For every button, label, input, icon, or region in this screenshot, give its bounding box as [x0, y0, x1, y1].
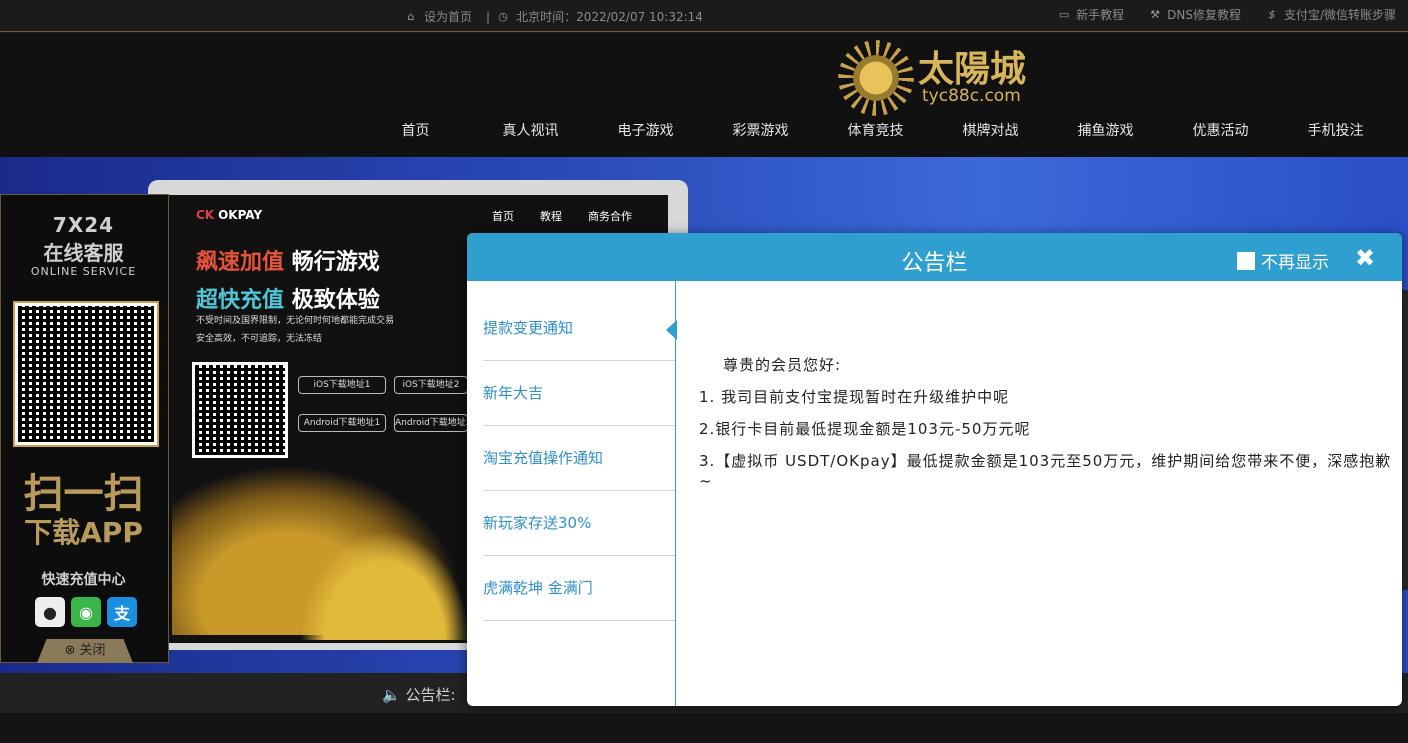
okpay-label: OKPAY — [218, 208, 263, 222]
announcement-line-1: 1. 我司目前支付宝提现暂时在升级维护中呢 — [699, 388, 1010, 406]
online-service-title: 在线客服 — [43, 241, 124, 265]
home-icon: ⌂ — [407, 10, 415, 23]
okpay-brand: CK OKPAY — [196, 208, 262, 222]
banner-headline-1: 飙速加值 畅行游戏 — [196, 244, 380, 276]
notice-label-text: 公告栏: — [405, 686, 456, 704]
book-icon: ▭ — [1058, 8, 1070, 21]
nav-live-casino[interactable]: 真人视讯 — [473, 120, 588, 140]
service-hours: 7X24 — [52, 213, 115, 237]
download-app-label: 下载APP — [24, 516, 143, 549]
close-label: 关闭 — [79, 643, 106, 658]
sun-logo-icon — [838, 40, 914, 116]
announcement-content: 尊贵的会员您好: 1. 我司目前支付宝提现暂时在升级维护中呢 2.银行卡目前最低… — [699, 355, 1399, 503]
payment-icons: ● ◉ 支 — [35, 597, 137, 627]
side-panel-close-button[interactable]: ⊗ 关闭 — [37, 639, 133, 663]
qq-icon[interactable]: ● — [35, 597, 65, 627]
announcement-item-tiger-year[interactable]: 虎满乾坤 金满门 — [483, 556, 675, 621]
headline2-accent: 超快充值 — [196, 288, 285, 313]
fast-charge-label: 快速充值中心 — [41, 572, 126, 588]
nav-chess-cards[interactable]: 棋牌对战 — [933, 120, 1048, 140]
announcement-modal: 公告栏 不再显示 ✖ 提款变更通知 新年大吉 淘宝充值操作通知 新玩家存送30%… — [467, 233, 1402, 706]
banner-nav-tutorial: 教程 — [540, 210, 562, 223]
banner-qr-code — [192, 362, 288, 458]
nav-slots[interactable]: 电子游戏 — [588, 120, 703, 140]
announcement-line-2: 2.银行卡目前最低提现金额是103元-50万元呢 — [699, 420, 1031, 438]
banner-subtext: 不受时间及国界限制，无论何时何地都能完成交易 安全高效，不可追踪，无法冻结 — [196, 312, 394, 348]
banner-nav-business: 商务合作 — [588, 210, 632, 223]
android-download-1: Android下载地址1 — [298, 414, 386, 432]
ck-mark: CK — [196, 208, 215, 222]
wrench-icon: ⚒ — [1150, 8, 1160, 21]
banner-headline-2: 超快充值 极致体验 — [196, 282, 380, 314]
nav-promotions[interactable]: 优惠活动 — [1163, 120, 1278, 140]
notice-bar-label: 🔈 公告栏: — [382, 684, 456, 705]
wechat-icon[interactable]: ◉ — [71, 597, 101, 627]
headline1-text: 畅行游戏 — [291, 250, 380, 275]
app-qr-code — [13, 301, 159, 447]
announcement-item-taobao-recharge[interactable]: 淘宝充值操作通知 — [483, 426, 675, 491]
main-nav: 首页 真人视讯 电子游戏 彩票游戏 体育竞技 棋牌对战 捕鱼游戏 优惠活动 手机… — [358, 120, 1393, 140]
modal-close-icon[interactable]: ✖ — [1355, 244, 1375, 272]
online-service-en: ONLINE SERVICE — [30, 265, 137, 278]
separator: | — [486, 9, 491, 24]
set-home-link[interactable]: 设为首页 — [424, 8, 472, 25]
announcement-line-3: 3.【虚拟币 USDT/OKpay】最低提款金额是103元至50万元，维护期间给… — [699, 452, 1392, 490]
dns-fix-link[interactable]: ⚒ DNS修复教程 — [1148, 6, 1241, 23]
announcement-list: 提款变更通知 新年大吉 淘宝充值操作通知 新玩家存送30% 虎满乾坤 金满门 — [467, 281, 677, 706]
banner-sub-1: 不受时间及国界限制，无论何时何地都能完成交易 — [196, 316, 395, 326]
announcement-item-withdrawal-change[interactable]: 提款变更通知 — [483, 296, 677, 361]
close-circle-icon: ⊗ — [64, 643, 76, 658]
headline2-text: 极致体验 — [291, 288, 380, 313]
modal-header: 公告栏 不再显示 ✖ — [467, 233, 1402, 281]
nav-lottery[interactable]: 彩票游戏 — [703, 120, 818, 140]
dollar-icon: $ — [1268, 8, 1276, 21]
beijing-time: 北京时间：2022/02/07 10:32:14 — [516, 10, 703, 24]
announcement-greeting: 尊贵的会员您好: — [723, 356, 842, 374]
banner-nav-home: 首页 — [492, 210, 514, 223]
android-download-2: Android下载地址2 — [394, 414, 468, 432]
beginner-tutorial-link[interactable]: ▭ 新手教程 — [1057, 6, 1124, 23]
announcement-item-new-player-bonus[interactable]: 新玩家存送30% — [483, 491, 675, 556]
alipay-wechat-steps-link[interactable]: $ 支付宝/微信转账步骤 — [1265, 6, 1396, 23]
announcement-item-new-year[interactable]: 新年大吉 — [483, 361, 675, 426]
page-bottom — [0, 713, 1408, 743]
site-logo[interactable]: 太陽城 tyc88c.com — [838, 40, 1026, 116]
nav-home[interactable]: 首页 — [358, 120, 473, 140]
dont-show-again-label: 不再显示 — [1261, 253, 1329, 273]
alipay-icon[interactable]: 支 — [107, 597, 137, 627]
headline1-accent: 飙速加值 — [196, 250, 285, 275]
ios-download-2: iOS下载地址2 — [394, 376, 468, 394]
speaker-icon: 🔈 — [382, 686, 401, 704]
nav-fishing[interactable]: 捕鱼游戏 — [1048, 120, 1163, 140]
dont-show-again-checkbox[interactable]: 不再显示 — [1237, 248, 1329, 273]
clock-icon: ◷ — [498, 10, 508, 23]
logo-name: 太陽城 — [918, 48, 1027, 90]
top-bar: ⌂ 设为首页 | ◷ 北京时间：2022/02/07 10:32:14 ▭ 新手教… — [0, 0, 1408, 32]
nav-mobile[interactable]: 手机投注 — [1278, 120, 1393, 140]
ios-download-1: iOS下载地址1 — [298, 376, 386, 394]
nav-sports[interactable]: 体育竞技 — [818, 120, 933, 140]
banner-sub-2: 安全高效，不可追踪，无法冻结 — [196, 334, 323, 344]
gold-coins-image — [300, 530, 470, 640]
checkbox-box[interactable] — [1237, 251, 1255, 270]
logo-url: tyc88c.com — [922, 86, 1021, 106]
banner-nav: 首页 教程 商务合作 — [492, 208, 632, 224]
customer-service-panel: 7X24 在线客服 ONLINE SERVICE 扫一扫 下载APP 快速充值中… — [0, 194, 169, 663]
